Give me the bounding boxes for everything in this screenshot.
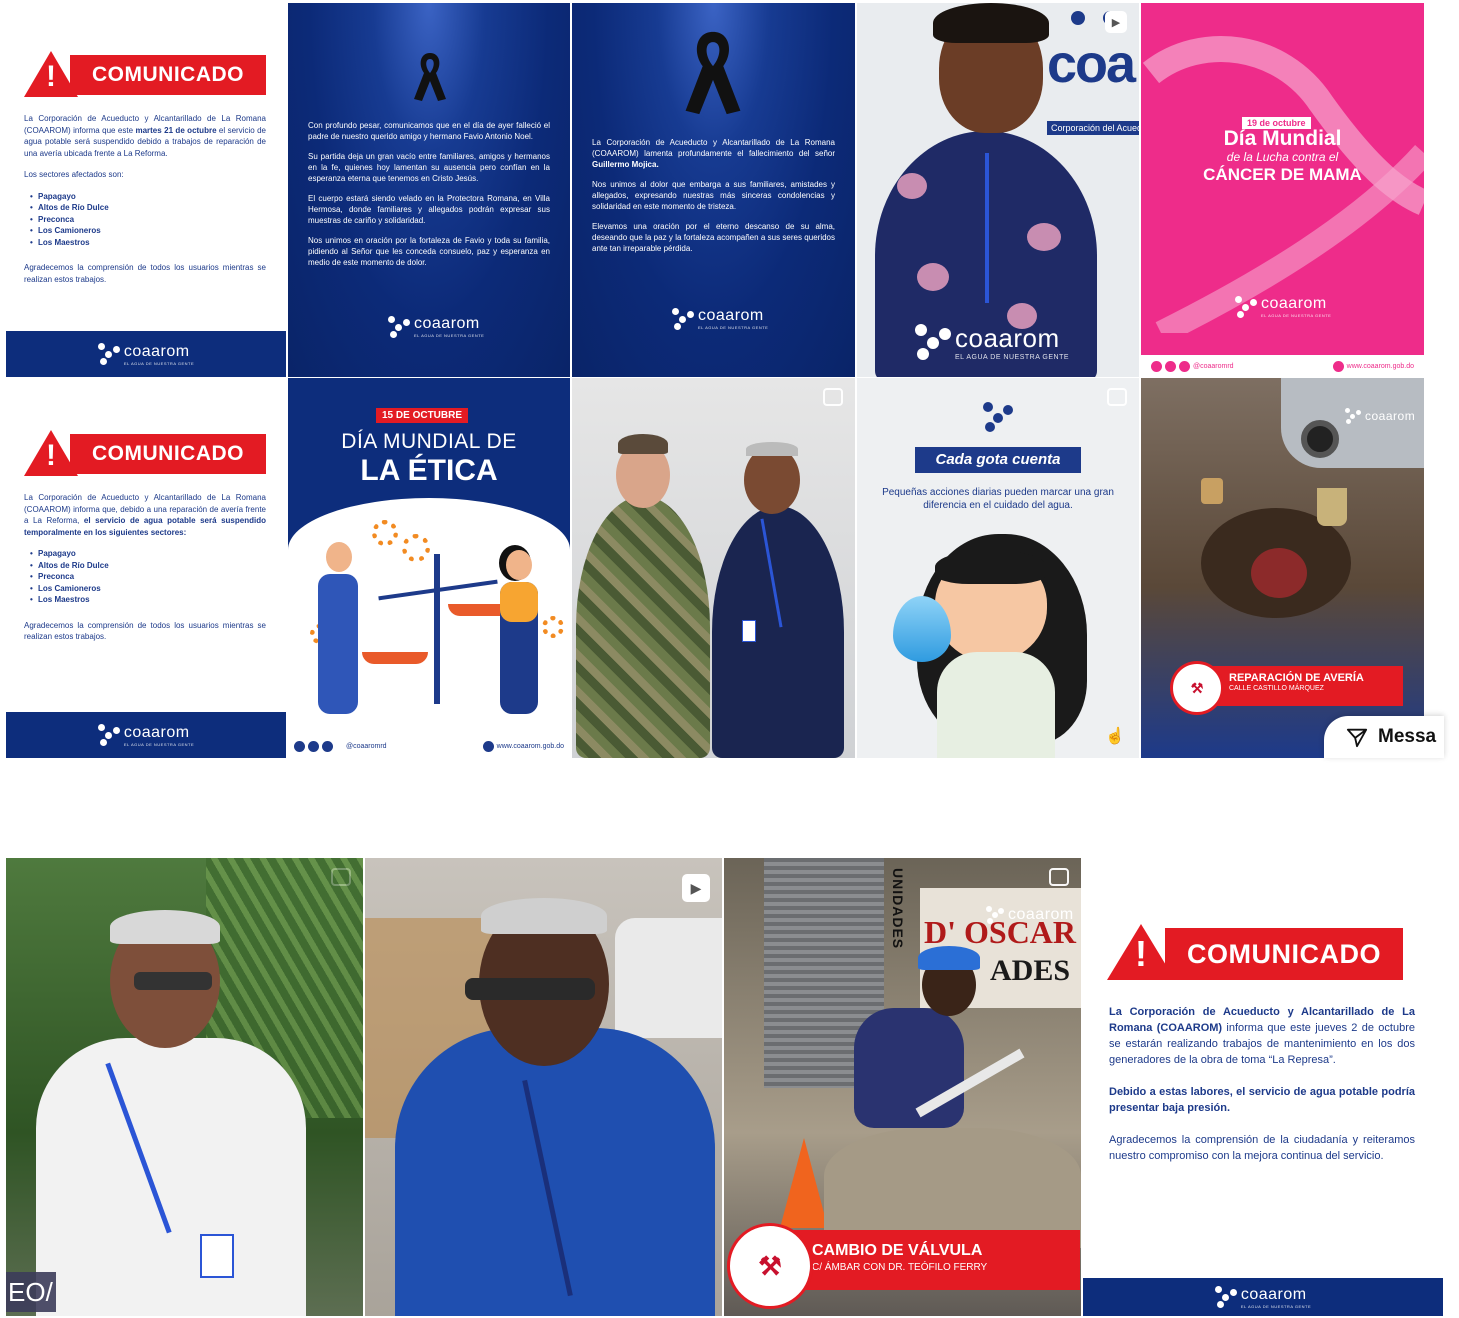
logo-mark-icon xyxy=(97,343,120,365)
director-body xyxy=(395,1028,715,1316)
globe-icon xyxy=(482,740,494,752)
coaarom-logo: coaarom EL AGUA DE NUESTRA GENTE xyxy=(1235,295,1331,318)
x-icon xyxy=(1179,360,1190,372)
post-video-director-2[interactable]: ▶ xyxy=(365,858,722,1316)
post-condolencia-mojica[interactable]: La Corporación de Acueducto y Alcantaril… xyxy=(572,3,855,377)
coaarom-logo: coaarom EL AGUA DE NUESTRA GENTE xyxy=(388,315,484,338)
comunicado-badge: ! COMUNICADO xyxy=(24,51,266,97)
instagram-icon xyxy=(308,740,319,752)
reel-play-icon[interactable]: ▶ xyxy=(1105,11,1127,33)
cancer-title-1: Día Mundial xyxy=(1223,127,1342,150)
send-message-icon xyxy=(1346,728,1368,748)
footer-bar: coaarom EL AGUA DE NUESTRA GENTE xyxy=(1083,1278,1443,1316)
worker-body xyxy=(854,1008,964,1128)
post-condolencia-favio[interactable]: Con profundo pesar, comunicamos que en e… xyxy=(288,3,570,377)
man-figure xyxy=(318,574,358,714)
hand-icon[interactable]: ☝ xyxy=(1105,726,1125,746)
warning-icon: ! xyxy=(46,60,56,93)
worker-tools-icon: ⚒ xyxy=(730,1226,810,1306)
carousel-icon[interactable] xyxy=(1107,388,1127,406)
coaarom-logo: coaarom xyxy=(1345,408,1415,424)
post-comunicado-reforma[interactable]: ! COMUNICADO La Corporación de Acueducto… xyxy=(6,378,286,758)
cancer-title-2: de la Lucha contra el xyxy=(1226,150,1339,164)
coaarom-logo: coaarom EL AGUA DE NUESTRA GENTE xyxy=(97,724,194,747)
etica-date: 15 DE OCTUBRE xyxy=(376,408,469,423)
instagram-icon xyxy=(1165,360,1176,372)
worker-cap xyxy=(918,946,980,970)
warning-icon: ! xyxy=(46,439,56,472)
facebook-icon xyxy=(294,740,305,752)
post-dia-etica[interactable]: 15 DE OCTUBRE DÍA MUNDIAL DE LA ÉTICA @c… xyxy=(288,378,570,758)
coaarom-mark xyxy=(983,402,1013,432)
comunicado-text: La Corporación de Acueducto y Alcantaril… xyxy=(1109,1006,1415,1162)
social-footer: @coaaromrd www.coaarom.gob.do xyxy=(1141,355,1424,377)
civilian-official xyxy=(712,506,844,758)
gota-subtitle: Pequeñas acciones diarias pueden marcar … xyxy=(882,487,1114,511)
condolencia-text: Con profundo pesar, comunicamos que en e… xyxy=(308,121,550,267)
x-icon xyxy=(322,740,333,752)
wall-sign: coa xyxy=(1047,34,1136,94)
mourning-ribbon-icon xyxy=(414,53,446,101)
mourning-ribbon-icon xyxy=(685,31,741,115)
traffic-cone xyxy=(780,1138,828,1228)
footer-bar: coaarom EL AGUA DE NUESTRA GENTE xyxy=(6,331,286,377)
cancer-title-3: CÁNCER DE MAMA xyxy=(1203,165,1362,184)
sector-list: Papagayo Altos de Río Dulce Preconca Los… xyxy=(24,548,266,606)
coaarom-logo: coaarom xyxy=(986,906,1074,924)
gota-title: Cada gota cuenta xyxy=(915,447,1081,473)
wall-sign-sub: Corporación del Acued xyxy=(1047,121,1139,135)
comunicado-badge: ! COMUNICADO xyxy=(1107,924,1403,984)
etica-title-2: LA ÉTICA xyxy=(360,454,498,487)
background-car xyxy=(615,918,722,1038)
etica-title-1: DÍA MUNDIAL DE xyxy=(341,430,517,453)
coaarom-logo: coaarom EL AGUA DE NUESTRA GENTE xyxy=(97,343,194,366)
post-foto-director-1[interactable]: EO/ xyxy=(6,858,363,1316)
comunicado-text: La Corporación de Acueducto y Alcantaril… xyxy=(24,492,266,653)
warning-icon: ! xyxy=(1135,933,1147,974)
worker xyxy=(1251,548,1307,598)
carousel-icon[interactable] xyxy=(1049,868,1069,886)
post-cada-gota-cuenta[interactable]: Cada gota cuenta Pequeñas acciones diari… xyxy=(857,378,1139,758)
scale-pillar xyxy=(434,554,440,704)
post-cambio-valvula[interactable]: UNIDADES D' OSCAR ADES coaarom CAMBIO DE… xyxy=(724,858,1081,1316)
post-video-vocera[interactable]: coa Corporación del Acued ▶ coaarom EL AG… xyxy=(857,3,1139,377)
video-label[interactable]: EO/ xyxy=(6,1272,56,1312)
valvula-banner: CAMBIO DE VÁLVULA C/ ÁMBAR CON DR. TEÓFI… xyxy=(790,1230,1080,1290)
reel-play-icon[interactable]: ▶ xyxy=(682,874,710,902)
facebook-icon xyxy=(1151,360,1162,372)
social-footer: @coaaromrd www.coaarom.gob.do xyxy=(288,734,570,758)
worker-tools-icon: ⚒ xyxy=(1173,664,1221,712)
sector-list: Papagayo Altos de Río Dulce Preconca Los… xyxy=(24,191,266,249)
comunicado-badge: ! COMUNICADO xyxy=(24,430,266,476)
coaarom-logo: coaarom EL AGUA DE NUESTRA GENTE xyxy=(672,307,768,330)
post-reparacion-averia[interactable]: coaarom REPARACIÓN DE AVERÍA CALLE CASTI… xyxy=(1141,378,1424,758)
military-officer xyxy=(576,496,710,758)
coaarom-logo: coaarom EL AGUA DE NUESTRA GENTE xyxy=(915,323,1069,361)
post-foto-reunion[interactable] xyxy=(572,378,855,758)
post-cancer-mama[interactable]: 19 de octubre Día Mundial de la Lucha co… xyxy=(1141,3,1424,377)
shop-sign-side: UNIDADES xyxy=(890,868,906,950)
carousel-icon[interactable] xyxy=(823,388,843,406)
post-comunicado-suspension[interactable]: ! COMUNICADO La Corporación de Acueducto… xyxy=(6,3,286,377)
globe-icon xyxy=(1332,360,1344,372)
averia-banner: REPARACIÓN DE AVERÍA CALLE CASTILLO MÁRQ… xyxy=(1201,666,1403,706)
coaarom-logo: coaarom EL AGUA DE NUESTRA GENTE xyxy=(1214,1286,1311,1309)
footer-bar: coaarom EL AGUA DE NUESTRA GENTE xyxy=(6,712,286,758)
girl-body xyxy=(937,652,1055,758)
condolencia-text: La Corporación de Acueducto y Alcantaril… xyxy=(592,138,835,253)
post-comunicado-represa[interactable]: ! COMUNICADO La Corporación de Acueducto… xyxy=(1083,858,1443,1316)
comunicado-text: La Corporación de Acueducto y Alcantaril… xyxy=(24,113,266,295)
messages-button[interactable]: Messa xyxy=(1324,716,1444,758)
